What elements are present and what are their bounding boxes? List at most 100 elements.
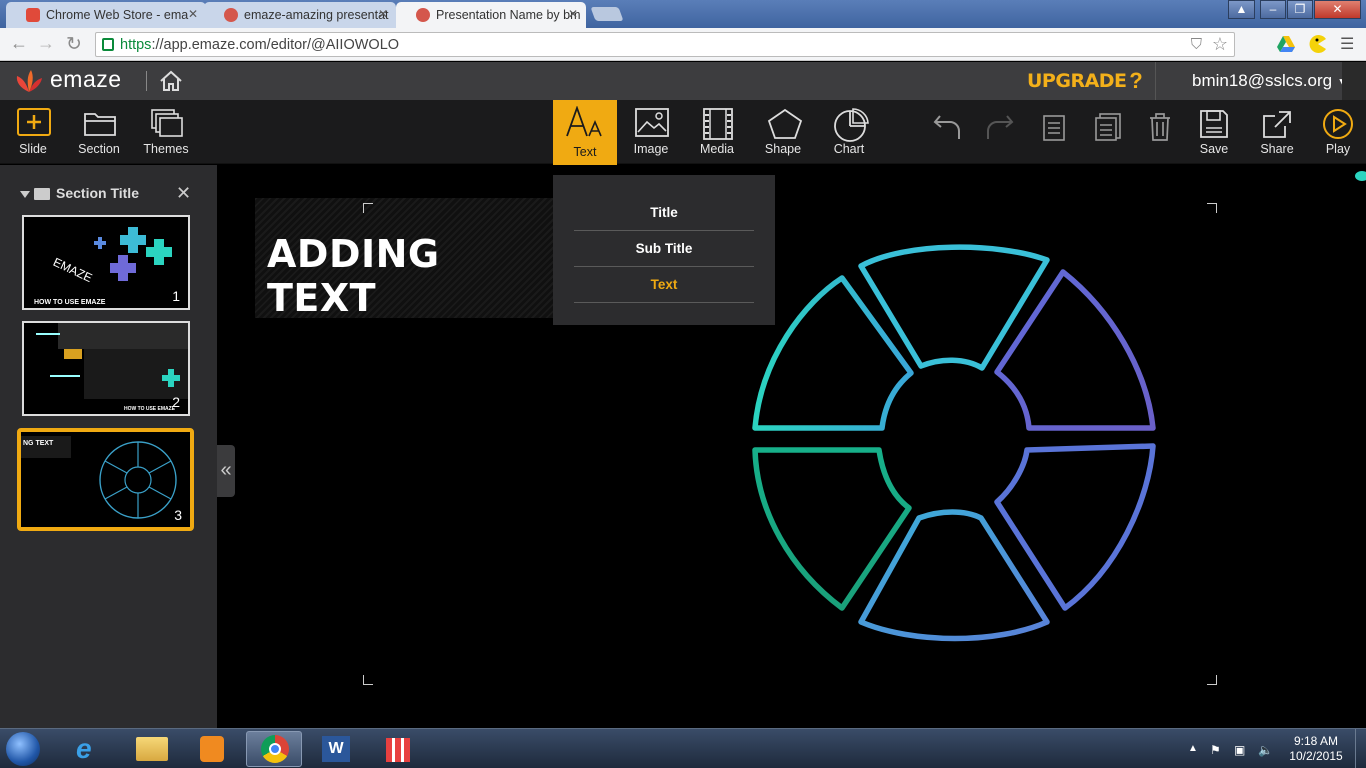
word-icon: W bbox=[322, 736, 350, 762]
slide-title[interactable]: ADDING TEXT bbox=[267, 232, 555, 320]
slide-canvas[interactable]: ADDING TEXT bbox=[217, 165, 1366, 730]
tab-presentation[interactable]: Presentation Name by bm ✕ bbox=[396, 2, 586, 28]
slides-panel: Section Title ✕ EMAZE HOW TO USE EMAZE 1… bbox=[0, 165, 217, 730]
show-desktop-button[interactable] bbox=[1355, 729, 1366, 768]
wheel-shape[interactable] bbox=[745, 240, 1165, 660]
divider bbox=[146, 71, 147, 91]
maximize-button[interactable]: ❐ bbox=[1287, 0, 1313, 19]
reload-icon[interactable]: ↻ bbox=[66, 33, 82, 56]
folder-icon bbox=[34, 188, 50, 201]
selection-corner bbox=[1207, 675, 1217, 685]
help-button[interactable]: ? bbox=[1123, 62, 1149, 100]
home-icon[interactable] bbox=[158, 69, 184, 93]
collapse-panel-button[interactable]: « bbox=[217, 445, 235, 497]
new-tab-button[interactable] bbox=[590, 7, 624, 21]
image-icon bbox=[635, 108, 669, 137]
back-icon[interactable]: ← bbox=[10, 33, 28, 54]
wheel-segment-bottom[interactable] bbox=[858, 509, 1050, 642]
slide-3-caption: NG TEXT bbox=[23, 440, 54, 447]
wheel-segment-top-right[interactable] bbox=[994, 269, 1156, 431]
pacman-icon[interactable] bbox=[1308, 34, 1328, 54]
media-player-icon bbox=[200, 736, 224, 762]
add-slide-button[interactable]: Slide bbox=[1, 100, 65, 164]
selection-corner bbox=[363, 203, 373, 213]
add-slide-icon bbox=[17, 108, 51, 136]
close-icon[interactable]: ✕ bbox=[176, 183, 191, 204]
undo-icon[interactable] bbox=[932, 112, 962, 142]
flag-icon[interactable]: ⚑ bbox=[1210, 743, 1221, 757]
section-header[interactable]: Section Title bbox=[20, 185, 139, 201]
taskbar-ie[interactable]: e bbox=[62, 731, 118, 767]
section-title: Section Title bbox=[56, 185, 139, 201]
save-button[interactable]: Save bbox=[1182, 100, 1246, 164]
insert-text-button[interactable]: Text bbox=[553, 100, 617, 167]
chrome-icon-center bbox=[269, 743, 281, 755]
scrollbar[interactable] bbox=[1342, 62, 1366, 100]
text-insert-menu: Title Sub Title Text bbox=[553, 175, 775, 325]
volume-icon[interactable]: 🔈 bbox=[1258, 743, 1273, 757]
upgrade-button[interactable]: UPGRADE bbox=[1027, 62, 1127, 100]
taskbar-media[interactable] bbox=[184, 731, 240, 767]
browser-tab-strip: Chrome Web Store - ema ✕ emaze-amazing p… bbox=[0, 0, 1366, 28]
notes-icon[interactable] bbox=[1042, 114, 1066, 142]
screen: Chrome Web Store - ema ✕ emaze-amazing p… bbox=[0, 0, 1366, 768]
menu-item-subtitle[interactable]: Sub Title bbox=[574, 231, 754, 267]
taskbar-explorer[interactable] bbox=[124, 731, 180, 767]
insert-chart-button[interactable]: Chart bbox=[817, 100, 881, 164]
window-close-button[interactable]: ✕ bbox=[1314, 0, 1361, 19]
emaze-icon bbox=[224, 8, 238, 22]
tab-label: Presentation Name by bm bbox=[436, 8, 581, 22]
close-icon[interactable]: ✕ bbox=[188, 7, 198, 21]
minimize-button[interactable]: – bbox=[1260, 0, 1286, 19]
chrome-store-icon bbox=[26, 8, 40, 22]
insert-media-button[interactable]: Media bbox=[685, 100, 749, 164]
shield-icon[interactable]: ⛉ bbox=[1191, 36, 1202, 53]
arrow-icon bbox=[50, 375, 80, 377]
start-button[interactable] bbox=[6, 732, 40, 766]
duplicate-icon[interactable] bbox=[1094, 112, 1122, 142]
share-button[interactable]: Share bbox=[1245, 100, 1309, 164]
google-drive-icon[interactable] bbox=[1276, 34, 1296, 54]
play-button[interactable]: Play bbox=[1306, 100, 1366, 164]
menu-item-title[interactable]: Title bbox=[574, 195, 754, 231]
tab-chrome-web-store[interactable]: Chrome Web Store - ema ✕ bbox=[6, 2, 206, 28]
wheel-segment-top-left[interactable] bbox=[752, 275, 914, 431]
insert-shape-button[interactable]: Shape bbox=[751, 100, 815, 164]
forward-icon[interactable]: → bbox=[37, 33, 55, 54]
taskbar-clock[interactable]: 9:18 AM 10/2/2015 bbox=[1286, 734, 1346, 764]
slide-thumbnail-3[interactable]: NG TEXT 3 bbox=[17, 428, 194, 531]
user-menu[interactable]: bmin18@sslcs.org ▼ bbox=[1192, 71, 1349, 91]
windows-taskbar: e W ▲ ⚑ ▣ 🔈 9:18 AM 10/2/2015 bbox=[0, 728, 1366, 768]
shape-icon bbox=[767, 108, 803, 139]
user-icon[interactable]: ▲ bbox=[1228, 0, 1255, 19]
redo-icon[interactable] bbox=[985, 112, 1015, 142]
play-icon bbox=[1323, 109, 1353, 139]
title-text-box[interactable]: ADDING TEXT bbox=[255, 198, 555, 320]
network-icon[interactable]: ▣ bbox=[1234, 743, 1245, 757]
wheel-segment-bottom-left[interactable] bbox=[752, 447, 912, 611]
star-icon[interactable]: ☆ bbox=[1212, 34, 1228, 55]
trash-icon[interactable] bbox=[1148, 112, 1172, 142]
close-icon[interactable]: ✕ bbox=[568, 7, 578, 21]
themes-button[interactable]: Themes bbox=[134, 100, 198, 164]
slide-number: 1 bbox=[172, 288, 180, 304]
slide-thumbnail-1[interactable]: EMAZE HOW TO USE EMAZE 1 bbox=[22, 215, 190, 310]
slide-thumbnail-2[interactable]: HOW TO USE EMAZE 2 bbox=[22, 321, 190, 416]
insert-image-button[interactable]: Image bbox=[619, 100, 683, 164]
taskbar-chrome[interactable] bbox=[246, 731, 302, 767]
slide-2-caption: HOW TO USE EMAZE bbox=[124, 406, 176, 412]
url-field[interactable]: https://app.emaze.com/editor/@AIIOWOLO ⛉… bbox=[95, 32, 1235, 57]
close-icon[interactable]: ✕ bbox=[378, 7, 388, 21]
menu-item-text[interactable]: Text bbox=[574, 267, 754, 303]
add-section-button[interactable]: Section bbox=[67, 100, 131, 164]
address-bar: ← → ↻ https://app.emaze.com/editor/@AIIO… bbox=[0, 28, 1366, 61]
taskbar-word[interactable]: W bbox=[308, 731, 364, 767]
collapse-triangle-icon[interactable] bbox=[20, 190, 30, 198]
wheel-segment-top[interactable] bbox=[858, 244, 1050, 371]
user-email: bmin18@sslcs.org bbox=[1192, 71, 1333, 90]
tab-emaze-amazing[interactable]: emaze-amazing presentat ✕ bbox=[204, 2, 396, 28]
folder-icon bbox=[136, 737, 168, 761]
tray-expand-icon[interactable]: ▲ bbox=[1188, 743, 1198, 754]
taskbar-apps[interactable] bbox=[370, 731, 426, 767]
menu-icon[interactable]: ☰ bbox=[1340, 34, 1354, 54]
